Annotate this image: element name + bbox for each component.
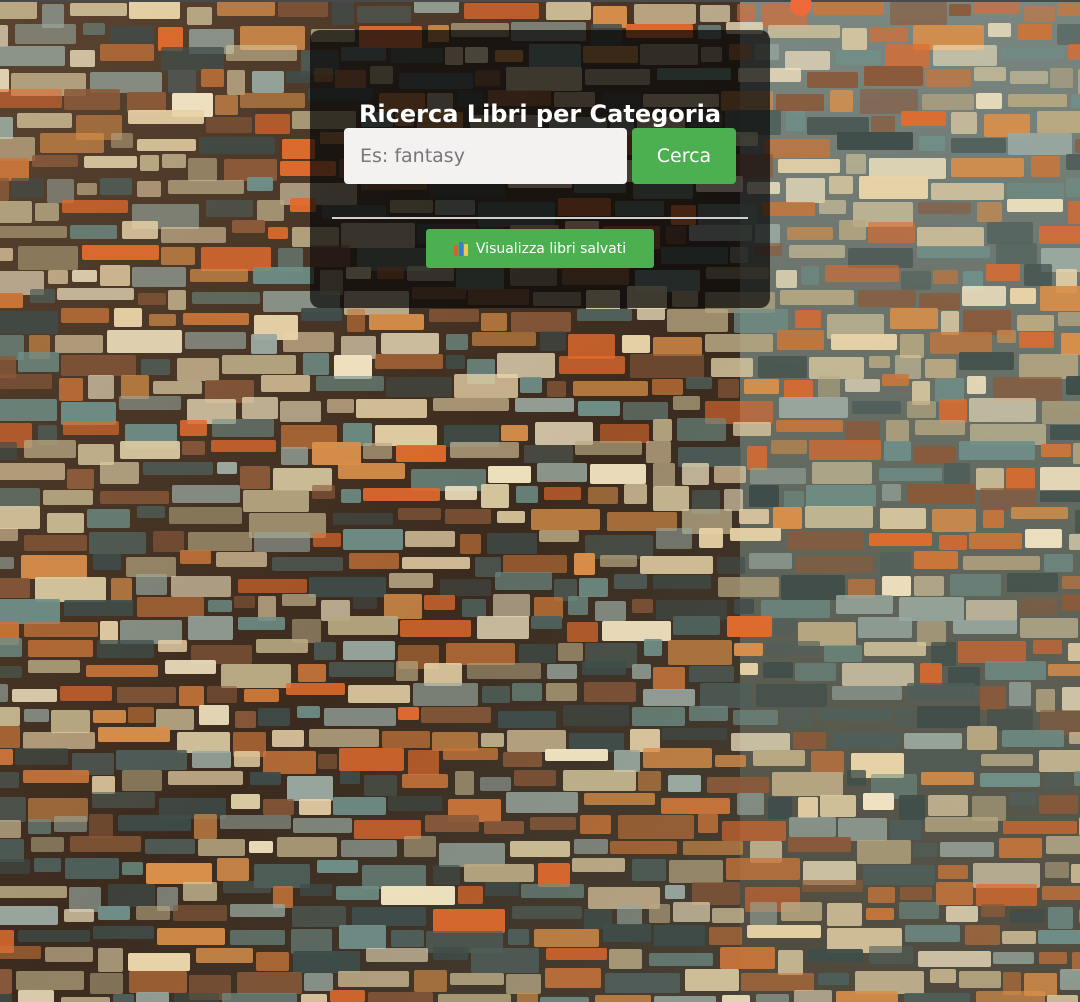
page-title: Ricerca Libri per Categoria [358,100,722,128]
category-search-input[interactable] [344,128,627,184]
search-panel: Ricerca Libri per Categoria Cerca Visual… [310,30,770,308]
search-button[interactable]: Cerca [632,128,736,184]
top-border-line [0,0,1080,2]
page: Ricerca Libri per Categoria Cerca Visual… [0,0,1080,1002]
panel-divider [332,217,748,219]
view-saved-books-label: Visualizza libri salvati [475,240,627,257]
view-saved-books-button[interactable]: Visualizza libri salvati [426,229,654,268]
books-icon [453,241,470,256]
